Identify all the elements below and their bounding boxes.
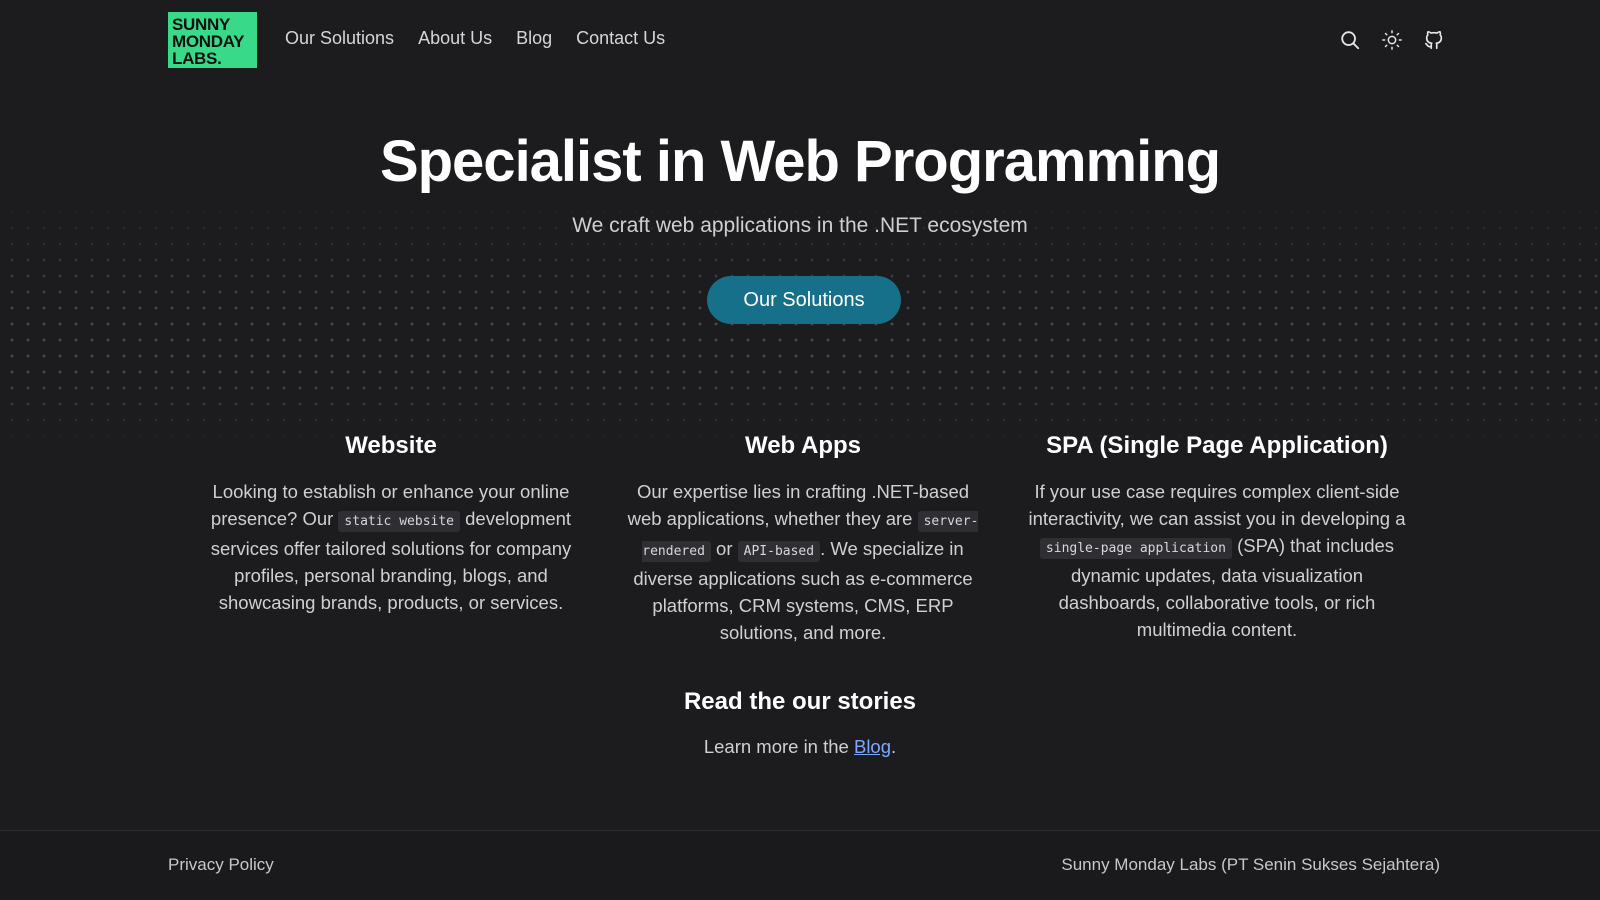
- service-website: Website Looking to establish or enhance …: [206, 432, 576, 616]
- service-web-apps: Web Apps Our expertise lies in crafting …: [618, 432, 988, 646]
- site-header: SUNNY MONDAY LABS. Our Solutions About U…: [0, 0, 1600, 80]
- stories-title: Read the our stories: [683, 688, 917, 715]
- nav-contact-us[interactable]: Contact Us: [576, 28, 665, 49]
- service-title: Web Apps: [744, 432, 861, 459]
- github-icon[interactable]: [1422, 28, 1446, 52]
- hero-title: Specialist in Web Programming: [379, 129, 1221, 194]
- service-title: Website: [345, 432, 437, 459]
- service-code: static website: [338, 511, 460, 532]
- service-description: Looking to establish or enhance your onl…: [206, 478, 576, 616]
- stories-text-prefix: Learn more in the: [703, 736, 854, 757]
- stories-text-suffix: .: [891, 736, 897, 757]
- stories-text: Learn more in the Blog.: [0, 736, 1600, 758]
- service-text: or: [710, 538, 738, 559]
- service-code: API-based: [737, 541, 821, 562]
- logo-line-2: MONDAY: [172, 32, 245, 51]
- logo-line-3: LABS.: [172, 49, 222, 68]
- sun-icon[interactable]: [1380, 28, 1404, 52]
- header-actions: [1338, 28, 1446, 52]
- logo[interactable]: SUNNY MONDAY LABS.: [168, 12, 257, 68]
- main-nav: Our Solutions About Us Blog Contact Us: [285, 28, 665, 49]
- service-spa: SPA (Single Page Application) If your us…: [1017, 432, 1417, 643]
- hero-subtitle: We craft web applications in the .NET ec…: [572, 214, 1028, 237]
- blog-link[interactable]: Blog: [854, 736, 891, 757]
- our-solutions-button[interactable]: Our Solutions: [707, 276, 901, 324]
- search-icon[interactable]: [1338, 28, 1362, 52]
- service-text: If your use case requires complex client…: [1028, 481, 1406, 529]
- nav-our-solutions[interactable]: Our Solutions: [285, 28, 394, 49]
- service-description: If your use case requires complex client…: [1017, 478, 1417, 643]
- hero-section: Specialist in Web Programming We craft w…: [0, 80, 1600, 450]
- service-code: single-page application: [1039, 538, 1232, 559]
- logo-line-1: SUNNY: [172, 15, 231, 34]
- site-footer: Privacy Policy Sunny Monday Labs (PT Sen…: [0, 830, 1600, 900]
- stories-section: Read the our stories Learn more in the B…: [0, 688, 1600, 758]
- service-description: Our expertise lies in crafting .NET-base…: [618, 478, 988, 646]
- company-name: Sunny Monday Labs (PT Senin Sukses Sejah…: [1061, 855, 1440, 874]
- privacy-policy-link[interactable]: Privacy Policy: [168, 855, 274, 875]
- nav-blog[interactable]: Blog: [516, 28, 552, 49]
- nav-about-us[interactable]: About Us: [418, 28, 492, 49]
- service-title: SPA (Single Page Application): [1046, 432, 1388, 459]
